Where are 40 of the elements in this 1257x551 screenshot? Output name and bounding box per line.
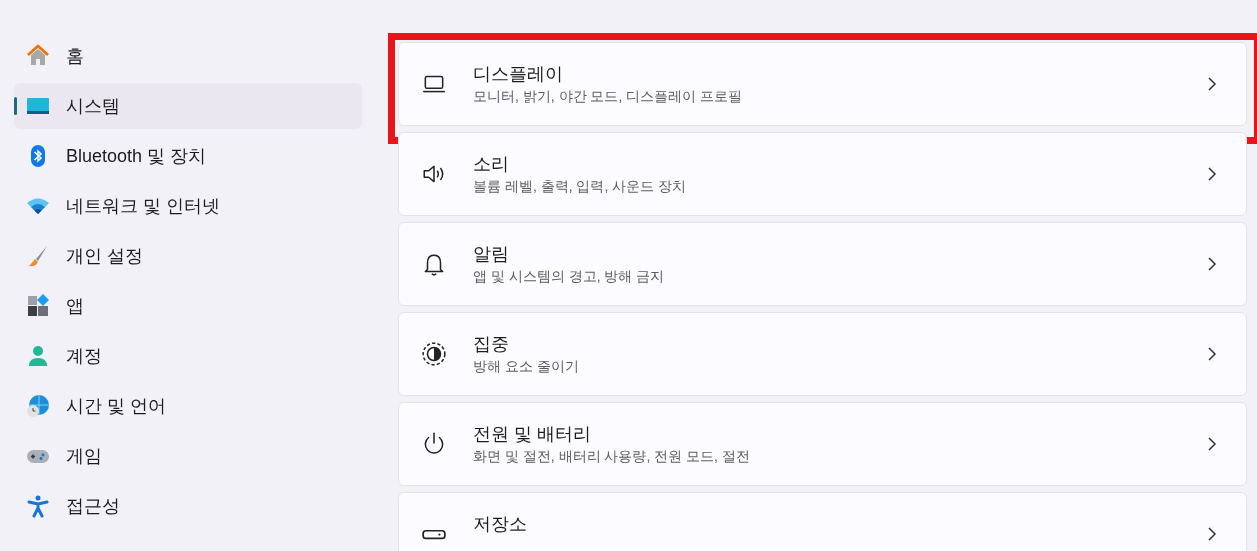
card-description: 화면 및 절전, 배터리 사용량, 전원 모드, 절전 <box>473 447 751 466</box>
sidebar-item[interactable]: 네트워크 및 인터넷 <box>14 183 362 229</box>
card-title: 디스플레이 <box>473 63 564 86</box>
settings-card[interactable]: 전원 및 배터리 화면 및 절전, 배터리 사용량, 전원 모드, 절전 <box>398 402 1247 486</box>
selection-indicator <box>14 97 17 115</box>
settings-card[interactable]: 디스플레이 모니터, 밝기, 야간 모드, 디스플레이 프로필 <box>398 42 1247 126</box>
chevron-icon <box>1206 436 1218 452</box>
sidebar-item[interactable]: 게임 <box>14 433 362 479</box>
apps-icon <box>26 294 50 318</box>
chevron-icon <box>1206 166 1218 182</box>
person-icon <box>26 344 50 368</box>
card-title: 저장소 <box>473 513 528 536</box>
chevron-icon <box>1206 526 1218 542</box>
chevron-icon <box>1206 346 1218 362</box>
accessibility-icon <box>26 494 50 518</box>
sidebar-item[interactable]: 시스템 <box>14 83 362 129</box>
focus-icon <box>421 341 447 367</box>
chevron-icon <box>1206 256 1218 272</box>
sidebar-item[interactable]: 개인 설정 <box>14 233 362 279</box>
sidebar-item[interactable]: Bluetooth 및 장치 <box>14 133 362 179</box>
settings-card[interactable]: 알림 앱 및 시스템의 경고, 방해 금지 <box>398 222 1247 306</box>
card-title: 소리 <box>473 153 510 176</box>
sidebar-item[interactable]: 계정 <box>14 333 362 379</box>
card-description: 모니터, 밝기, 야간 모드, 디스플레이 프로필 <box>473 87 744 106</box>
sidebar-item[interactable]: 홈 <box>14 33 362 79</box>
sidebar-item[interactable]: 시간 및 언어 <box>14 383 362 429</box>
card-title: 전원 및 배터리 <box>473 423 592 446</box>
card-description: 볼륨 레벨, 출력, 입력, 사운드 장치 <box>473 177 688 196</box>
settings-card[interactable]: 소리 볼륨 레벨, 출력, 입력, 사운드 장치 <box>398 132 1247 216</box>
card-description: 방해 요소 줄이기 <box>473 357 580 376</box>
card-title: 알림 <box>473 243 510 266</box>
home-icon <box>26 44 50 68</box>
sidebar-item[interactable]: 접근성 <box>14 483 362 529</box>
card-description: 앱 및 시스템의 경고, 방해 금지 <box>473 267 666 286</box>
sidebar-item[interactable]: 앱 <box>14 283 362 329</box>
globe-clock-icon <box>26 394 50 418</box>
chevron-icon <box>1206 76 1218 92</box>
settings-card[interactable]: 집중 방해 요소 줄이기 <box>398 312 1247 396</box>
card-title: 집중 <box>473 333 510 356</box>
settings-card[interactable]: 저장소 <box>398 492 1247 551</box>
